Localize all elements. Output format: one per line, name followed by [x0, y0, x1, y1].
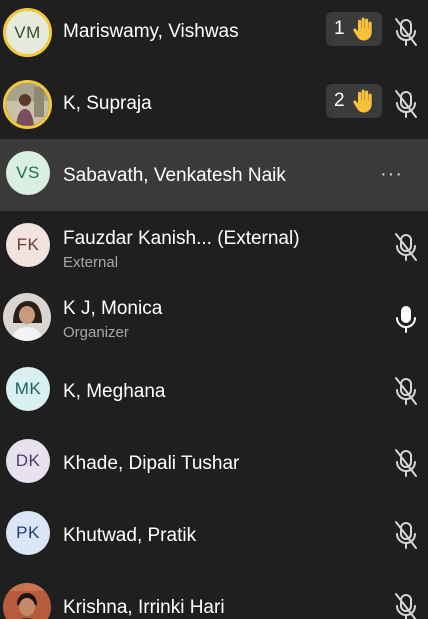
- participant-row[interactable]: K J, Monica Organizer: [0, 283, 428, 355]
- participant-row[interactable]: VM Mariswamy, Vishwas 1: [0, 0, 428, 72]
- mic-muted-icon[interactable]: [392, 88, 420, 120]
- participant-name: Khade, Dipali Tushar: [63, 453, 240, 474]
- participant-row[interactable]: Krishna, Irrinki Hari: [0, 571, 428, 619]
- participant-row[interactable]: K, Supraja 2: [0, 72, 428, 144]
- mic-muted-icon[interactable]: [392, 375, 420, 407]
- avatar: DK: [6, 439, 50, 483]
- participant-row[interactable]: FK Fauzdar Kanish... (External) External: [0, 211, 428, 283]
- participant-row[interactable]: PK Khutwad, Pratik: [0, 499, 428, 571]
- profile-photo: [6, 83, 49, 126]
- avatar: FK: [6, 223, 50, 267]
- more-options-button[interactable]: ···: [380, 163, 403, 186]
- participants-list: VM Mariswamy, Vishwas 1 K, Supraja 2 VS …: [0, 0, 428, 619]
- participant-name: Fauzdar Kanish... (External): [63, 228, 300, 249]
- profile-photo: [3, 583, 51, 619]
- participant-role: Organizer: [63, 324, 129, 341]
- mic-muted-icon[interactable]: [392, 591, 420, 619]
- mic-muted-icon[interactable]: [392, 231, 420, 263]
- participant-name: K J, Monica: [63, 298, 163, 319]
- avatar-initials: PK: [16, 523, 40, 542]
- mic-on-icon[interactable]: [392, 303, 420, 335]
- avatar-initials: VS: [16, 163, 40, 182]
- hand-order: 1: [334, 18, 345, 39]
- avatar: [3, 80, 52, 129]
- participant-row[interactable]: MK K, Meghana: [0, 355, 428, 427]
- avatar: [3, 583, 51, 619]
- raised-hand-icon: [352, 17, 372, 41]
- participant-name: Krishna, Irrinki Hari: [63, 597, 225, 618]
- participant-name: Mariswamy, Vishwas: [63, 21, 239, 42]
- avatar: VS: [6, 151, 50, 195]
- avatar: [3, 293, 51, 341]
- avatar: MK: [6, 367, 50, 411]
- hand-order: 2: [334, 90, 345, 111]
- participant-name: K, Meghana: [63, 381, 166, 402]
- avatar-initials: VM: [14, 22, 41, 42]
- participant-name: Sabavath, Venkatesh Naik: [63, 165, 286, 186]
- avatar-initials: MK: [14, 379, 42, 398]
- raised-hand-icon: [352, 89, 372, 113]
- participant-name: K, Supraja: [63, 93, 152, 114]
- raised-hand-badge: 1: [326, 12, 382, 46]
- mic-muted-icon[interactable]: [392, 519, 420, 551]
- profile-photo: [3, 293, 51, 341]
- avatar-initials: FK: [16, 235, 40, 254]
- avatar: VM: [3, 8, 52, 57]
- mic-muted-icon[interactable]: [392, 447, 420, 479]
- participant-row[interactable]: VS Sabavath, Venkatesh Naik ···: [0, 139, 428, 211]
- raised-hand-badge: 2: [326, 84, 382, 118]
- participant-row[interactable]: DK Khade, Dipali Tushar: [0, 427, 428, 499]
- participant-name: Khutwad, Pratik: [63, 525, 197, 546]
- participant-role: External: [63, 254, 119, 271]
- avatar-initials: DK: [15, 451, 41, 470]
- mic-muted-icon[interactable]: [392, 16, 420, 48]
- avatar: PK: [6, 511, 50, 555]
